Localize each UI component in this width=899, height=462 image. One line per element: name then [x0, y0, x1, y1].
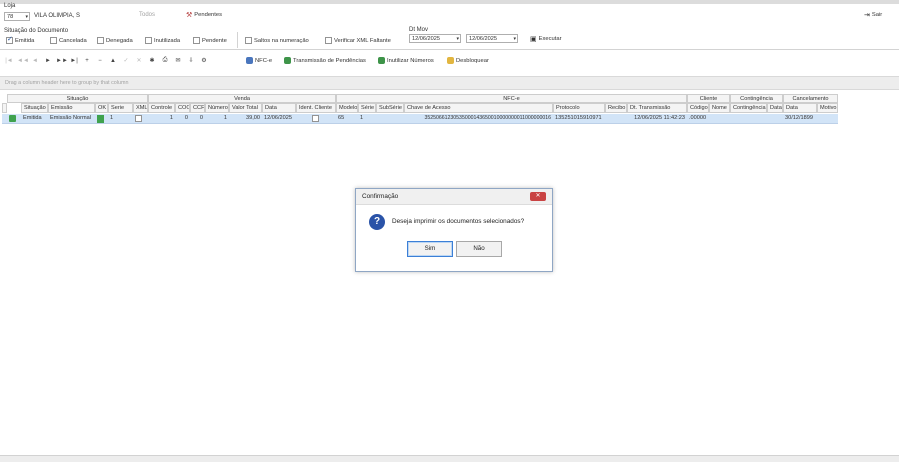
confirm-dialog: Confirmação ✕ ? Deseja imprimir os docum… — [355, 188, 553, 272]
dialog-message: Deseja imprimir os documentos selecionad… — [392, 218, 525, 225]
question-icon: ? — [369, 214, 385, 230]
no-button[interactable]: Não — [456, 241, 502, 257]
dialog-title: Confirmação — [356, 189, 552, 205]
close-icon[interactable]: ✕ — [530, 192, 546, 201]
yes-button[interactable]: Sim — [407, 241, 453, 257]
